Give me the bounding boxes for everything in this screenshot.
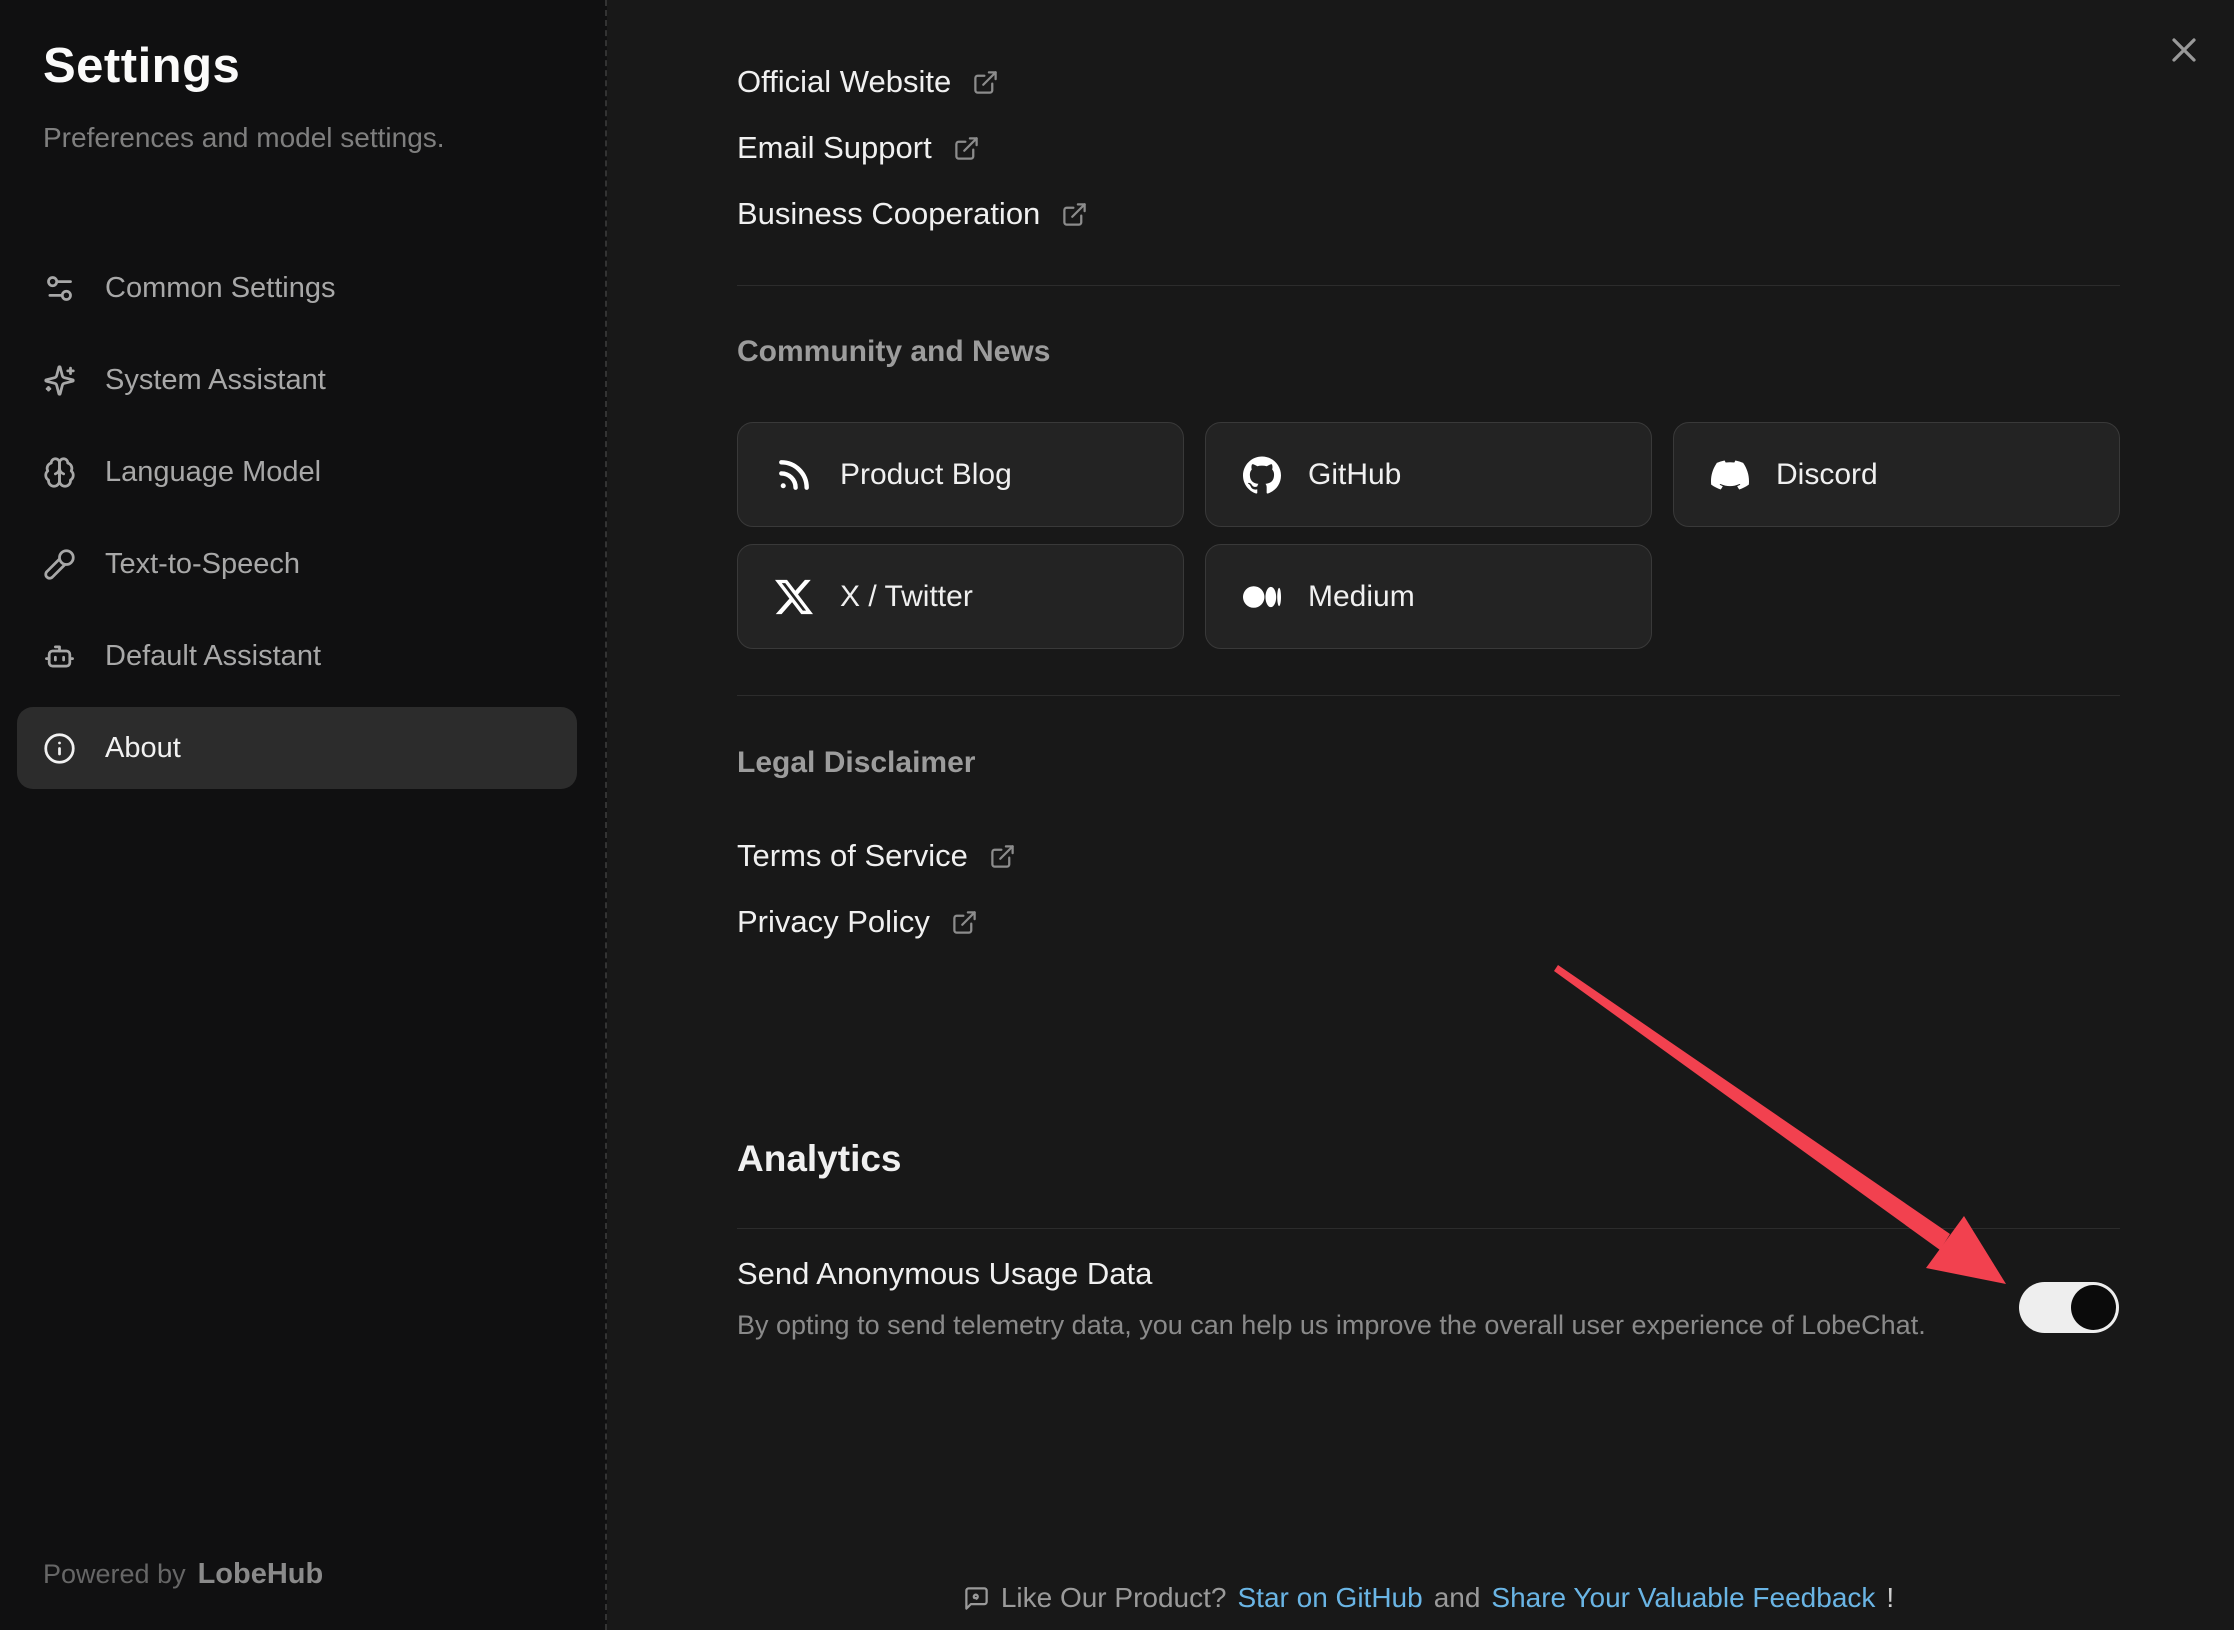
privacy-policy-link[interactable]: Privacy Policy [737,900,978,944]
terms-of-service-link[interactable]: Terms of Service [737,834,1016,878]
usage-data-setting: Send Anonymous Usage Data By opting to s… [737,1256,2120,1341]
powered-by: Powered by LobeHub [43,1558,323,1591]
rss-icon [774,455,814,495]
section-divider [737,285,2120,286]
sidebar-item-label: About [105,732,181,765]
discord-icon [1710,455,1750,495]
link-label: Official Website [737,64,951,100]
bot-icon [43,640,76,673]
button-label: Medium [1308,580,1415,614]
button-label: X / Twitter [840,580,973,614]
external-link-icon [1061,201,1088,228]
section-divider [737,1228,2120,1229]
usage-data-label: Send Anonymous Usage Data [737,1256,2120,1292]
product-blog-button[interactable]: Product Blog [737,422,1184,527]
mic-icon [43,548,76,581]
toggle-knob [2071,1285,2116,1330]
close-icon [2169,35,2199,65]
usage-data-description: By opting to send telemetry data, you ca… [737,1310,2120,1341]
sidebar-item-system-assistant[interactable]: System Assistant [17,339,577,421]
share-feedback-link[interactable]: Share Your Valuable Feedback [1491,1582,1875,1614]
community-heading: Community and News [737,335,1050,369]
sidebar-item-label: Text-to-Speech [105,548,300,581]
footer-text: Like Our Product? [1001,1582,1227,1614]
link-label: Privacy Policy [737,904,930,940]
legal-heading: Legal Disclaimer [737,746,975,780]
page-title: Settings [43,38,240,94]
page-subtitle: Preferences and model settings. [43,122,445,154]
powered-by-text: Powered by [43,1559,186,1590]
medium-icon [1242,577,1282,617]
x-twitter-icon [774,577,814,617]
link-label: Business Cooperation [737,196,1040,232]
sidebar-item-common-settings[interactable]: Common Settings [17,247,577,329]
brain-icon [43,456,76,489]
settings-nav: Common Settings System Assistant Languag… [17,247,577,799]
product-footer: Like Our Product? Star on GitHub and Sha… [737,1582,2120,1614]
x-twitter-button[interactable]: X / Twitter [737,544,1184,649]
link-label: Email Support [737,130,932,166]
sidebar-item-default-assistant[interactable]: Default Assistant [17,615,577,697]
analytics-heading: Analytics [737,1138,902,1180]
email-support-link[interactable]: Email Support [737,126,980,170]
button-label: Product Blog [840,458,1012,492]
settings-modal: Settings Preferences and model settings.… [0,0,2234,1630]
contact-us-heading: Contact Us [737,0,906,7]
medium-button[interactable]: Medium [1205,544,1652,649]
settings-sidebar: Settings Preferences and model settings.… [0,0,607,1630]
button-label: GitHub [1308,458,1401,492]
official-website-link[interactable]: Official Website [737,60,999,104]
discord-button[interactable]: Discord [1673,422,2120,527]
github-icon [1242,455,1282,495]
sliders-icon [43,272,76,305]
sidebar-item-text-to-speech[interactable]: Text-to-Speech [17,523,577,605]
link-label: Terms of Service [737,838,968,874]
business-cooperation-link[interactable]: Business Cooperation [737,192,1088,236]
sidebar-item-label: Default Assistant [105,640,321,673]
sidebar-item-about[interactable]: About [17,707,577,789]
sidebar-item-language-model[interactable]: Language Model [17,431,577,513]
info-icon [43,732,76,765]
footer-text: and [1434,1582,1481,1614]
github-button[interactable]: GitHub [1205,422,1652,527]
sidebar-item-label: Language Model [105,456,321,489]
sparkles-icon [43,364,76,397]
sidebar-item-label: Common Settings [105,272,336,305]
external-link-icon [951,909,978,936]
section-divider [737,695,2120,696]
usage-data-toggle[interactable] [2019,1282,2119,1333]
message-square-icon [963,1585,990,1612]
external-link-icon [972,69,999,96]
community-buttons: Product Blog GitHub Discord X / Twitter [737,422,2120,649]
star-on-github-link[interactable]: Star on GitHub [1237,1582,1422,1614]
button-label: Discord [1776,458,1878,492]
external-link-icon [953,135,980,162]
footer-text: ! [1886,1582,1894,1614]
close-button[interactable] [2160,26,2208,74]
about-page-content: Contact Us Official Website Email Suppor… [737,0,2120,1630]
lobehub-brand-link[interactable]: LobeHub [198,1558,324,1591]
external-link-icon [989,843,1016,870]
sidebar-item-label: System Assistant [105,364,326,397]
